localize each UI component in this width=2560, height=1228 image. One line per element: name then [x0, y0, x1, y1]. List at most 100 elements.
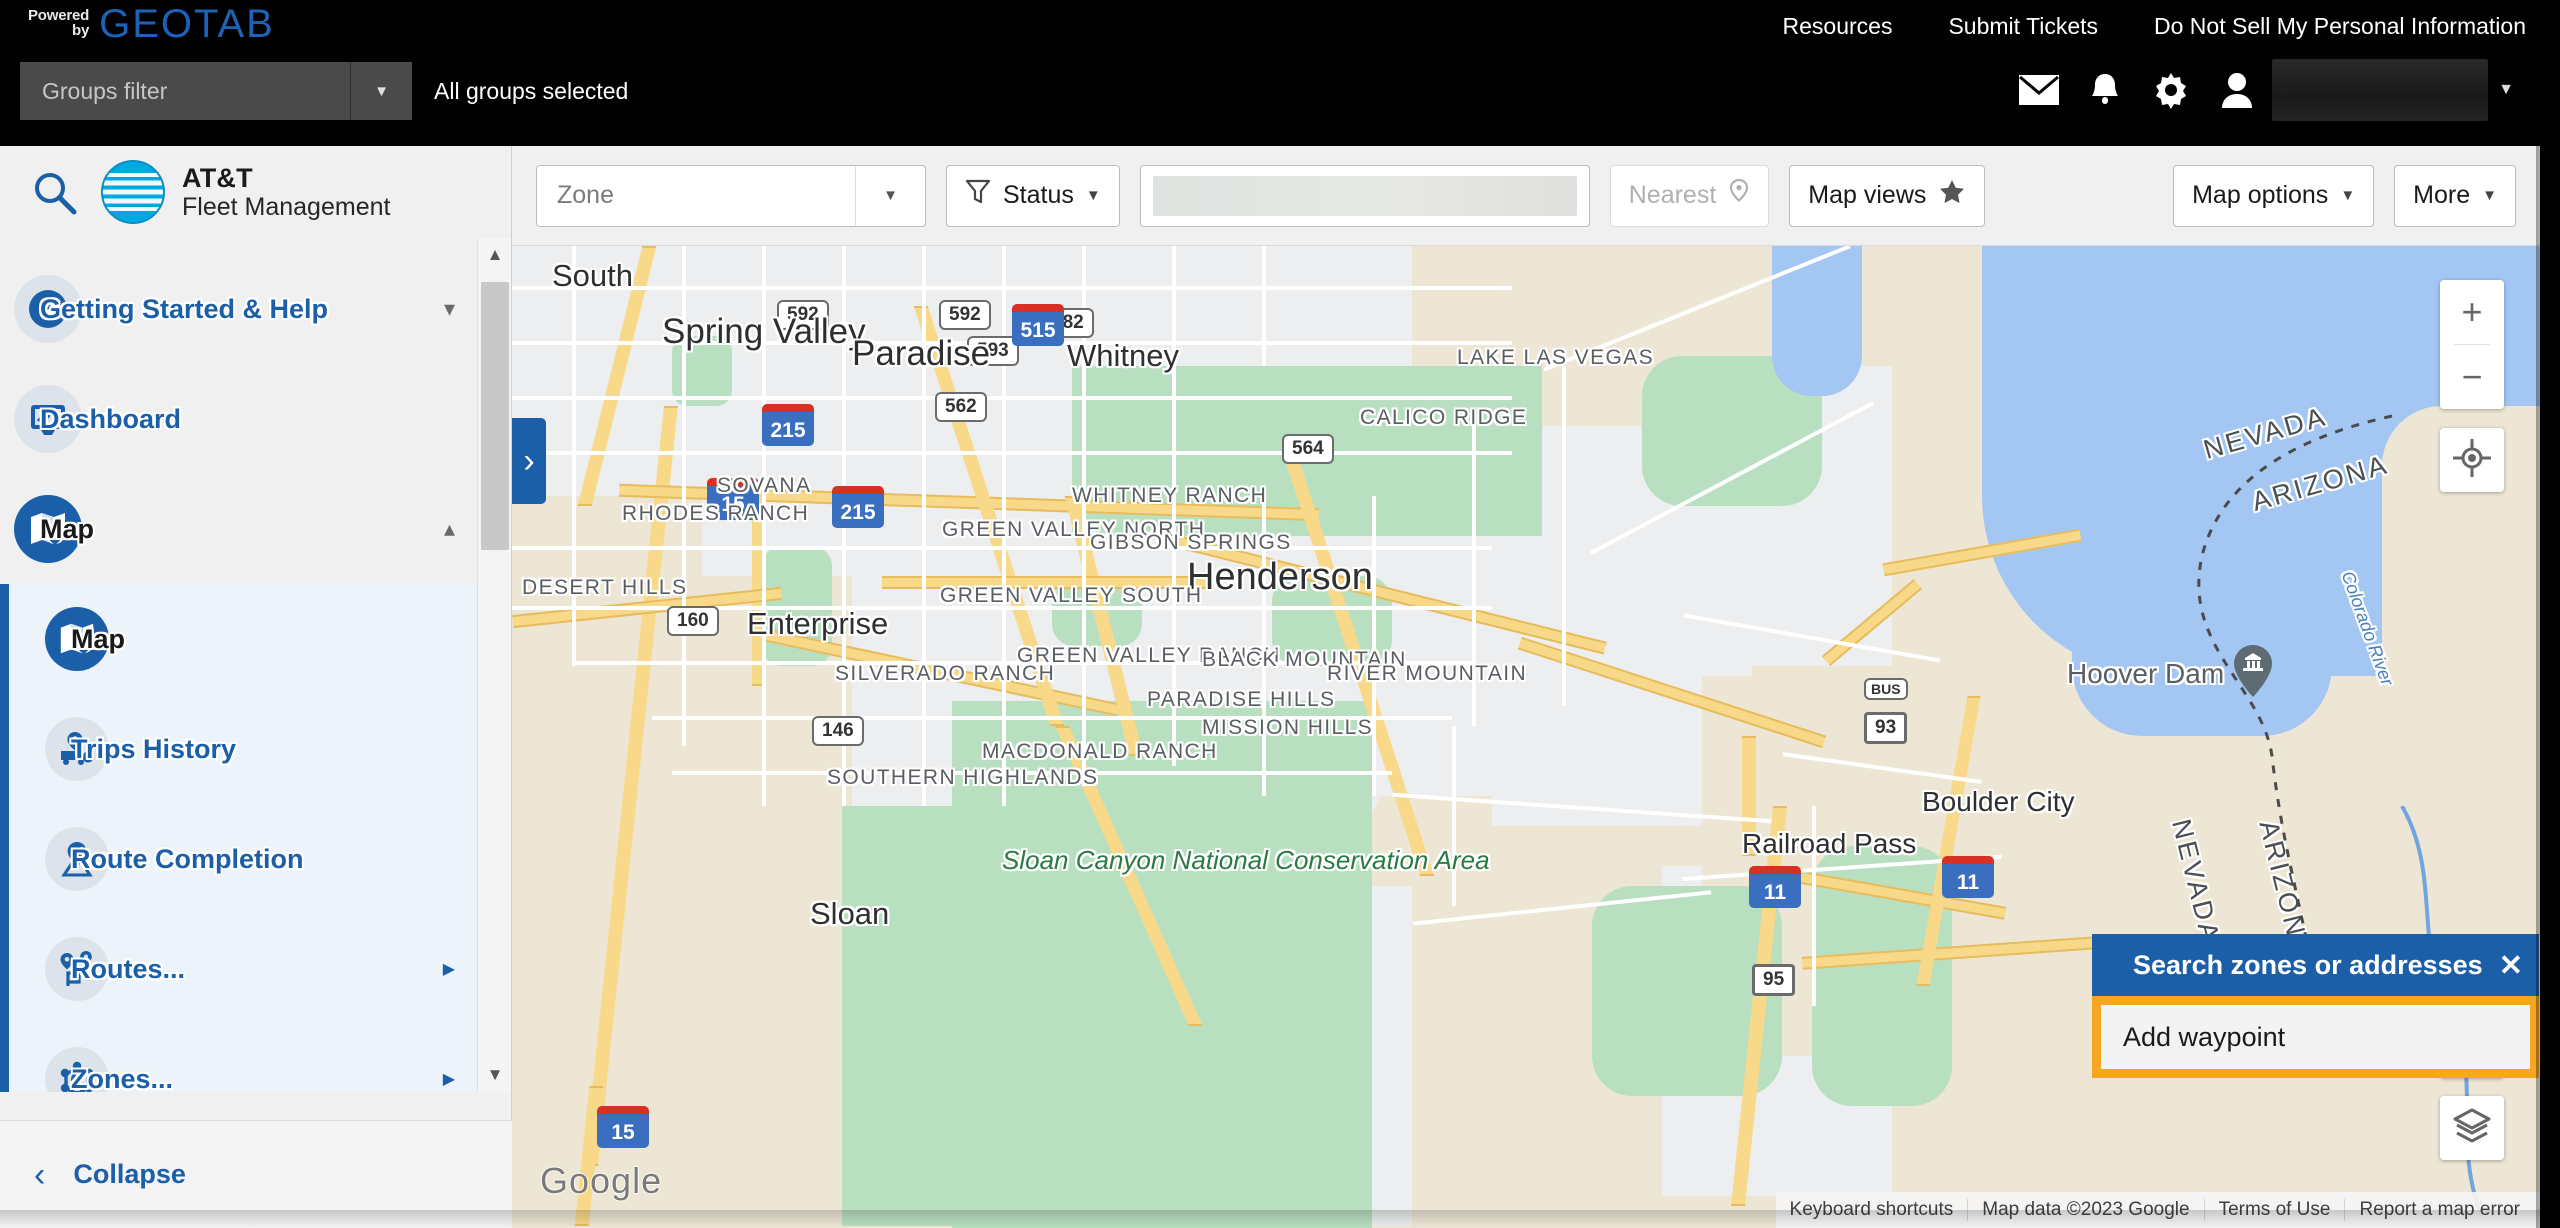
nearest-button[interactable]: Nearest	[1609, 164, 1770, 227]
sidebar-scrollbar[interactable]: ▲ ▼	[477, 238, 511, 1092]
sidebar-item-label: Map	[71, 623, 125, 654]
report-map-error-link[interactable]: Report a map error	[2344, 1199, 2534, 1221]
gear-icon[interactable]	[2138, 58, 2204, 122]
interstate-shield: 515	[1012, 304, 1064, 346]
groups-filter-placeholder[interactable]: Groups filter	[20, 62, 350, 120]
search-icon[interactable]	[16, 154, 92, 230]
chevron-down-icon[interactable]: ▼	[350, 62, 412, 120]
close-icon[interactable]: ✕	[2499, 948, 2523, 983]
by-word: by	[72, 22, 90, 39]
scroll-up-arrow[interactable]: ▲	[478, 238, 511, 272]
nav-do-not-sell[interactable]: Do Not Sell My Personal Information	[2154, 13, 2526, 40]
zoom-out-button[interactable]: −	[2440, 345, 2504, 409]
pin-icon	[1728, 178, 1750, 213]
map-neighborhood-label: GREEN VALLEY NORTH	[942, 518, 1206, 541]
sidebar-item-label: Getting Started & Help	[40, 293, 329, 324]
sidebar-item-map-sub[interactable]: Map	[9, 584, 511, 694]
us-route-shield: 93	[1864, 712, 1908, 744]
status-filter-button[interactable]: Status ▼	[946, 164, 1120, 227]
envelope-icon[interactable]	[2006, 58, 2072, 122]
map-neighborhood-label: SOUTHERN HIGHLANDS	[827, 766, 1099, 789]
chevron-down-icon[interactable]: ▼	[2488, 81, 2524, 99]
map-city-label: Spring Valley	[662, 312, 866, 351]
more-button[interactable]: More ▼	[2394, 164, 2516, 227]
geotab-brand: Powered by GEOTAB	[28, 4, 275, 44]
map-options-button[interactable]: Map options ▼	[2173, 164, 2375, 227]
add-waypoint-item[interactable]: Add waypoint	[2101, 1005, 2530, 1069]
map-street	[1262, 246, 1266, 366]
map-neighborhood-label: WHITNEY RANCH	[1072, 484, 1268, 507]
groups-filter-control[interactable]: Groups filter ▼	[20, 62, 412, 120]
map-options-label: Map options	[2192, 181, 2329, 209]
map-canvas[interactable]: › 592 592 593 582 562 564 160 146 215 15…	[512, 246, 2540, 1228]
locate-me-button[interactable]	[2440, 428, 2504, 492]
map-street	[1562, 366, 1566, 706]
route-shield: 562	[935, 392, 987, 422]
sidebar-item-zones[interactable]: Zones... ▶	[9, 1024, 511, 1092]
groups-filter-row: Groups filter ▼ All groups selected	[20, 62, 628, 120]
map-city-label: Railroad Pass	[1742, 828, 1917, 859]
zone-filter-select[interactable]: Zone ▼	[536, 164, 926, 227]
map-city-label: Whitney	[1067, 338, 1179, 373]
google-watermark: Google	[540, 1160, 663, 1201]
map-neighborhood-label: RIVER MOUNTAIN	[1327, 662, 1528, 685]
chevron-right-icon[interactable]: ▶	[443, 1069, 455, 1089]
application-window: Powered by GEOTAB Resources Submit Ticke…	[0, 0, 2560, 1228]
chevron-up-icon[interactable]: ▴	[444, 516, 455, 542]
us-route-shield: 95	[1752, 964, 1796, 996]
interstate-shield: 15	[597, 1106, 649, 1148]
sidebar-item-label: Zones...	[71, 1063, 174, 1093]
zoom-in-button[interactable]: +	[2440, 280, 2504, 344]
map-search-value	[1152, 175, 1577, 216]
sidebar-item-route-completion[interactable]: Route Completion	[9, 804, 511, 914]
map-panel-toggle[interactable]: ›	[512, 418, 546, 504]
sidebar-item-label: Route Completion	[71, 843, 304, 874]
bell-icon[interactable]	[2072, 58, 2138, 122]
user-icon[interactable]	[2204, 58, 2270, 122]
sidebar-collapse-label: Collapse	[73, 1159, 186, 1189]
scrollbar-thumb[interactable]	[481, 282, 509, 550]
map-city-label: Enterprise	[747, 606, 889, 641]
map-park-label: Sloan Canyon National Conservation Area	[1002, 845, 1490, 875]
sidebar-item-label: Dashboard	[40, 403, 182, 434]
sidebar-item-trips-history[interactable]: Trips History	[9, 694, 511, 804]
status-filter-label: Status	[1003, 181, 1074, 209]
map-attribution-bar: Keyboard shortcuts Map data ©2023 Google…	[1775, 1192, 2540, 1228]
chevron-down-icon[interactable]: ▼	[855, 165, 925, 226]
powered-by-label: Powered by	[28, 8, 89, 44]
user-name-field[interactable]	[2272, 59, 2488, 121]
sidebar-item-label: Trips History	[71, 733, 237, 764]
funnel-icon	[965, 178, 991, 213]
sidebar-item-dashboard[interactable]: Dashboard	[0, 364, 511, 474]
nav-resources[interactable]: Resources	[1783, 13, 1893, 40]
map-neighborhood-label: MISSION HILLS	[1202, 716, 1374, 739]
keyboard-shortcuts-link[interactable]: Keyboard shortcuts	[1776, 1199, 1968, 1221]
chevron-right-icon[interactable]: ▶	[443, 959, 455, 979]
att-brand-line2: Fleet Management	[182, 193, 391, 222]
att-brand-text: AT&T Fleet Management	[182, 163, 390, 221]
map-layers-button[interactable]	[2440, 1096, 2504, 1160]
map-views-button[interactable]: Map views	[1789, 164, 1986, 227]
sidebar-item-map[interactable]: Map ▴	[0, 474, 511, 584]
zone-filter-placeholder[interactable]: Zone	[537, 166, 855, 226]
att-globe-icon	[101, 160, 165, 224]
search-zones-popup: Search zones or addresses ✕ Add waypoint	[2092, 934, 2539, 1078]
map-neighborhood-label: CALICO RIDGE	[1360, 406, 1528, 429]
map-neighborhood-label: SOVANA	[717, 474, 812, 497]
map-neighborhood-label: SILVERADO RANCH	[835, 662, 1056, 685]
global-nav: Resources Submit Tickets Do Not Sell My …	[1783, 6, 2526, 46]
scroll-down-arrow[interactable]: ▼	[478, 1058, 511, 1092]
sidebar-item-getting-started[interactable]: ? Getting Started & Help ▾	[0, 254, 511, 364]
map-street	[512, 396, 1512, 400]
nav-submit-tickets[interactable]: Submit Tickets	[1948, 13, 2098, 40]
sidebar-item-routes[interactable]: Routes... ▶	[9, 914, 511, 1024]
chevron-down-icon[interactable]: ▾	[444, 296, 455, 322]
map-search-input[interactable]	[1139, 164, 1590, 227]
chevron-down-icon: ▼	[2340, 187, 2356, 204]
terms-of-use-link[interactable]: Terms of Use	[2203, 1199, 2345, 1221]
interstate-shield: 215	[832, 486, 884, 528]
map-neighborhood-label: MACDONALD RANCH	[982, 740, 1218, 763]
sidebar-collapse-button[interactable]: ‹ Collapse	[0, 1120, 512, 1228]
map-neighborhood-label: LAKE LAS VEGAS	[1457, 346, 1655, 369]
map-toolbar: Zone ▼ Status ▼ Nearest Map views Map op…	[512, 146, 2540, 246]
